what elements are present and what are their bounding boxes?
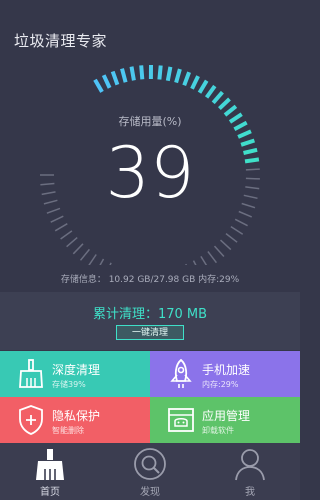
cleaned-total-value: 170 MB xyxy=(157,307,208,322)
gauge-segment xyxy=(50,215,64,223)
gauge-segment xyxy=(109,262,112,265)
broom-icon xyxy=(19,359,43,388)
nav-label: 发现 xyxy=(140,487,160,498)
gauge-segment xyxy=(207,251,217,264)
gauge-segment xyxy=(225,233,238,243)
user-icon xyxy=(235,449,265,481)
tile-privacy-protection[interactable]: 隐私保护 智能删除 xyxy=(0,397,150,443)
tile-subtitle: 卸载软件 xyxy=(202,426,234,435)
gauge-segment-active xyxy=(129,66,136,81)
search-icon xyxy=(134,448,166,480)
gauge-segment xyxy=(200,256,208,265)
gauge-segment-active xyxy=(182,71,191,87)
one-click-clean-button[interactable]: 一键清理 xyxy=(116,325,184,340)
tile-phone-boost[interactable]: 手机加速 内存:29% xyxy=(150,351,300,397)
gauge-label: 存储用量(%) xyxy=(118,115,182,128)
nav-label: 首页 xyxy=(40,487,60,498)
tile-subtitle: 存储39% xyxy=(52,380,86,389)
nav-home[interactable]: 首页 xyxy=(0,443,100,500)
rocket-icon xyxy=(170,359,192,388)
gauge-segment xyxy=(234,218,248,227)
gauge-segment xyxy=(72,243,84,255)
gauge-segment-active xyxy=(218,97,231,111)
gauge-segment-active xyxy=(197,79,209,94)
gauge-segment-active xyxy=(139,65,145,80)
gauge-segment-active xyxy=(174,68,182,84)
gauge-segment-active xyxy=(190,75,200,90)
gauge-segment-active xyxy=(211,90,224,105)
gauge-segment-active xyxy=(101,74,112,89)
gauge-segment-active xyxy=(110,70,120,86)
gauge-segment xyxy=(185,263,187,265)
header: 垃圾清理专家 xyxy=(0,0,300,60)
cleaned-total-label: 累计清理： xyxy=(92,307,158,322)
gauge-segment xyxy=(213,245,225,258)
gauge-segment xyxy=(219,239,232,251)
storage-info: 存储信息： 10.92 GB/27.98 GB 内存:29% xyxy=(60,275,240,285)
tile-subtitle: 智能删除 xyxy=(52,426,84,435)
tile-title: 应用管理 xyxy=(202,409,251,423)
cleaned-total: 累计清理：170 MB xyxy=(0,303,300,322)
gauge-segment-active xyxy=(157,65,163,80)
broom-icon xyxy=(36,449,64,480)
nav-discover[interactable]: 发现 xyxy=(100,443,200,500)
tile-app-management[interactable]: 应用管理 卸载软件 xyxy=(150,397,300,443)
shield-icon xyxy=(19,405,43,435)
gauge-segment xyxy=(79,248,90,261)
gauge-segment-active xyxy=(120,68,128,83)
tile-title: 手机加速 xyxy=(202,363,251,377)
tile-deep-clean[interactable]: 深度清理 存储39% xyxy=(0,351,150,397)
tile-title: 深度清理 xyxy=(52,363,101,377)
gauge-segment xyxy=(230,225,244,235)
gauge-segment xyxy=(66,237,78,248)
nav-label: 我 xyxy=(245,487,255,498)
app-title: 垃圾清理专家 xyxy=(14,32,108,50)
gauge-value: 39 xyxy=(105,132,195,214)
app-box-icon xyxy=(168,408,194,432)
gauge-segment-active xyxy=(165,66,173,82)
tile-subtitle: 内存:29% xyxy=(202,380,239,389)
gauge-segment-active xyxy=(93,78,104,93)
gauge-segment xyxy=(54,223,68,232)
nav-me[interactable]: 我 xyxy=(200,443,300,500)
gauge-segment-active xyxy=(204,84,217,99)
gauge-segment xyxy=(88,254,97,265)
tile-title: 隐私保护 xyxy=(52,409,101,423)
bottom-nav: 首页 发现 我 xyxy=(0,443,300,500)
gauge-segment xyxy=(192,260,197,265)
gauge-segment xyxy=(60,230,73,240)
gauge-segment xyxy=(99,258,105,265)
